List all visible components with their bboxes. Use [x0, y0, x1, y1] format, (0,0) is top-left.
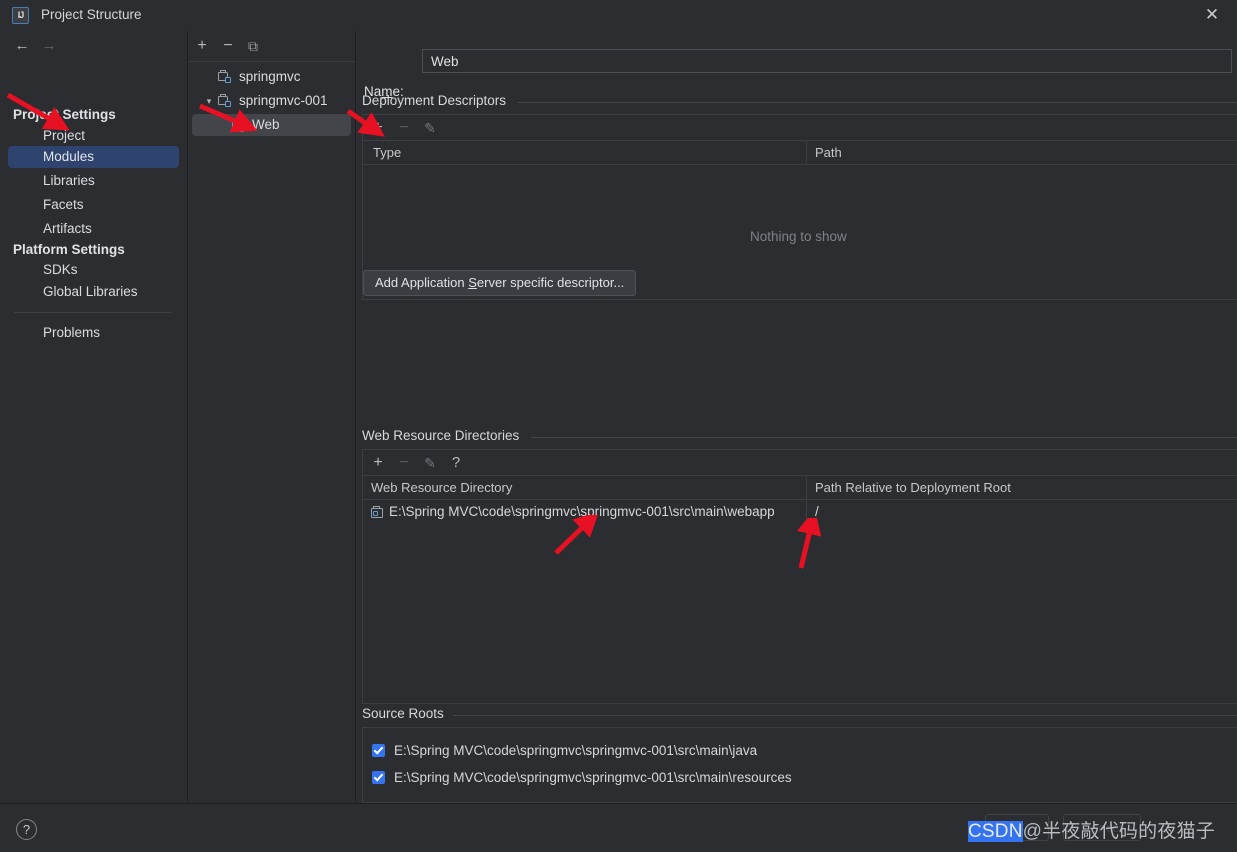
tree-node-label: Web: [252, 117, 280, 132]
folder-icon: [371, 505, 385, 519]
column-header-web-resource-directory: Web Resource Directory: [371, 480, 513, 495]
web-resource-toolbar: + − ✎ ?: [363, 450, 1237, 476]
sidebar-group-platform-settings: Platform Settings: [13, 242, 125, 257]
sidebar-divider: [14, 312, 172, 313]
close-icon[interactable]: ✕: [1193, 0, 1231, 30]
sidebar-item-modules[interactable]: Modules: [8, 146, 179, 168]
tree-node-springmvc[interactable]: springmvc: [192, 66, 351, 88]
source-root-checkbox[interactable]: [372, 744, 385, 757]
sidebar-item-artifacts[interactable]: Artifacts: [8, 218, 179, 240]
web-resource-directory-value: E:\Spring MVC\code\springmvc\springmvc-0…: [389, 504, 775, 519]
source-roots-header: Source Roots: [362, 706, 444, 721]
column-header-path: Path: [815, 145, 842, 160]
web-resource-directories-panel: + − ✎ ? Web Resource Directory Path Rela…: [362, 449, 1237, 704]
help-web-resource-icon[interactable]: ?: [446, 453, 466, 473]
deployment-empty-message: Nothing to show: [750, 229, 847, 244]
source-root-path: E:\Spring MVC\code\springmvc\springmvc-0…: [394, 743, 758, 758]
remove-module-icon[interactable]: −: [217, 35, 239, 57]
web-facet-settings: Name: Deployment Descriptors + − ✎ Type …: [356, 31, 1237, 803]
web-resource-directories-header: Web Resource Directories: [362, 428, 520, 443]
column-header-path-relative: Path Relative to Deployment Root: [815, 480, 1011, 495]
edit-web-resource-icon: ✎: [424, 455, 436, 471]
sidebar-item-facets[interactable]: Facets: [8, 194, 179, 216]
sidebar-item-sdks[interactable]: SDKs: [8, 259, 179, 281]
source-root-checkbox[interactable]: [372, 771, 385, 784]
sidebar-group-project-settings: Project Settings: [13, 107, 116, 122]
window-title: Project Structure: [41, 7, 142, 22]
add-descriptor-icon[interactable]: +: [368, 118, 388, 138]
chevron-down-icon[interactable]: ▾: [203, 90, 215, 112]
title-bar: IJ Project Structure ✕: [0, 0, 1237, 32]
add-web-resource-icon[interactable]: +: [368, 453, 388, 473]
sidebar-nav: ← →: [0, 31, 187, 61]
web-resource-table-header: Web Resource Directory Path Relative to …: [363, 476, 1237, 500]
sidebar-item-libraries[interactable]: Libraries: [8, 170, 179, 192]
remove-descriptor-icon: −: [399, 119, 409, 136]
tree-node-label: springmvc: [239, 69, 301, 84]
sidebar-item-problems[interactable]: Problems: [8, 322, 179, 344]
tree-node-web[interactable]: Web: [192, 114, 351, 136]
back-arrow-icon[interactable]: ←: [11, 35, 33, 57]
relative-path-value: /: [815, 504, 819, 519]
section-rule: [518, 102, 1237, 103]
section-rule: [453, 715, 1237, 716]
web-facet-icon: [232, 118, 247, 132]
sidebar-item-project[interactable]: Project: [8, 125, 179, 147]
source-root-path: E:\Spring MVC\code\springmvc\springmvc-0…: [394, 770, 792, 785]
column-separator: [806, 141, 807, 165]
project-structure-dialog: IJ Project Structure ✕ ← → Project Setti…: [0, 0, 1237, 852]
tree-node-springmvc-001[interactable]: ▾ springmvc-001: [192, 90, 351, 112]
row-separator: [806, 501, 807, 523]
section-rule: [531, 437, 1237, 438]
remove-web-resource-icon: −: [399, 454, 409, 471]
copy-module-icon[interactable]: ⧉: [242, 35, 264, 57]
modules-tree-panel: + − ⧉ springmvc ▾ springmvc-001 Web: [188, 31, 356, 803]
modules-tree-toolbar: + − ⧉: [188, 31, 355, 62]
deployment-table-header: Type Path: [363, 141, 1237, 165]
add-module-icon[interactable]: +: [191, 35, 213, 57]
intellij-idea-icon: IJ: [12, 7, 29, 24]
watermark: CSDN@半夜敲代码的夜猫子: [968, 821, 1215, 842]
edit-descriptor-icon: ✎: [424, 120, 436, 136]
module-icon: [218, 69, 233, 84]
deployment-toolbar: + − ✎: [363, 115, 1237, 141]
settings-sidebar: ← → Project Settings Project Modules Lib…: [0, 31, 188, 803]
source-roots-panel: E:\Spring MVC\code\springmvc\springmvc-0…: [362, 727, 1237, 803]
deployment-descriptors-header: Deployment Descriptors: [362, 93, 507, 108]
tree-node-label: springmvc-001: [239, 93, 328, 108]
module-icon: [218, 93, 233, 108]
help-icon[interactable]: ?: [16, 819, 37, 840]
column-header-type: Type: [373, 145, 402, 160]
column-separator: [806, 476, 807, 500]
sidebar-item-global-libraries[interactable]: Global Libraries: [8, 281, 179, 303]
add-app-server-descriptor-button[interactable]: Add Application Server specific descript…: [363, 270, 637, 296]
forward-arrow-icon[interactable]: →: [38, 35, 60, 57]
name-input[interactable]: [422, 49, 1232, 73]
